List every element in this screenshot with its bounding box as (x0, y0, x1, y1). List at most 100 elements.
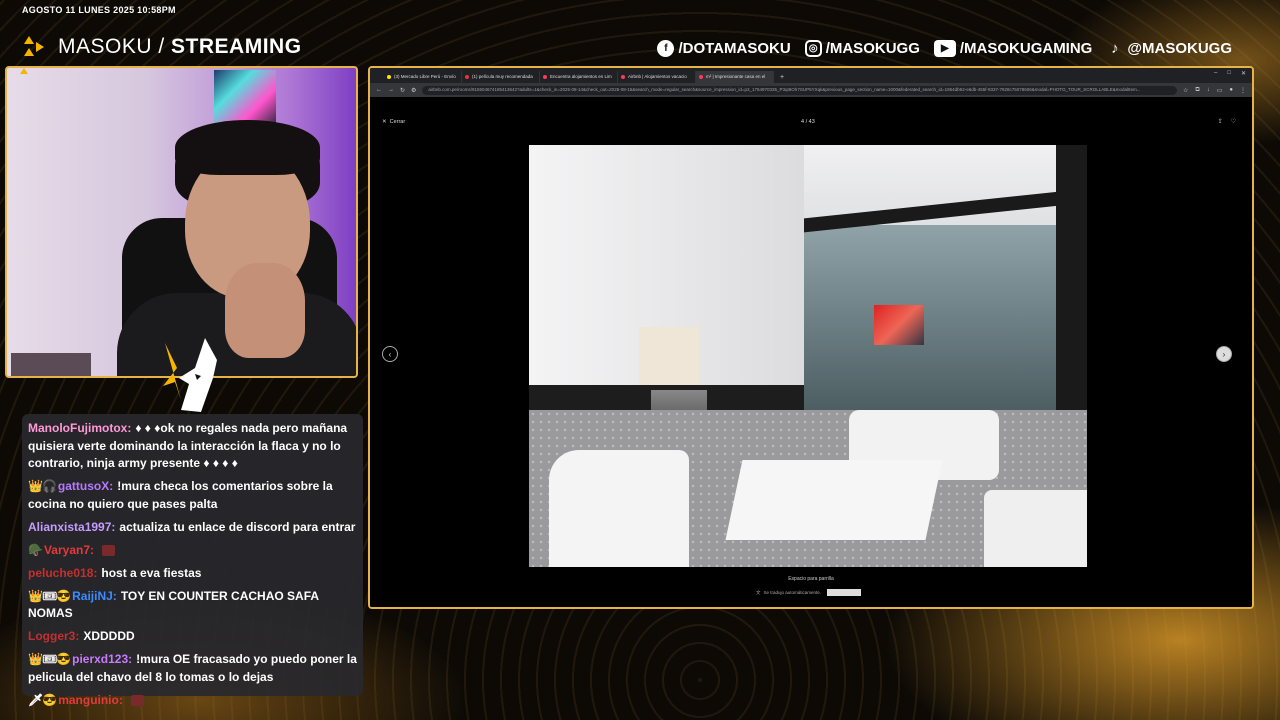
download-icon[interactable]: ↓ (1207, 87, 1210, 94)
photo-backsplash (639, 327, 699, 389)
heart-icon[interactable]: ♡ (1231, 118, 1236, 125)
chat-badges: 🗡😎 (28, 692, 57, 707)
chat-text: XDDDDD (83, 629, 135, 643)
photo-sofa-right (984, 490, 1087, 567)
streamer-hand (225, 263, 305, 358)
chat-username[interactable]: pierxd123: (72, 652, 132, 666)
chat-panel: ManoloFujimotox: ♦ ♦ ♦ok no regales nada … (22, 414, 363, 707)
social-instagram-label: /MASOKUGG (825, 40, 920, 57)
browser-tab-active[interactable]: m² | Impresionante casa en el (696, 71, 774, 83)
social-facebook: f /DOTAMASOKU (657, 40, 791, 57)
extensions-icon[interactable]: ⧉ (1195, 87, 1199, 94)
photo-table (725, 460, 943, 540)
chat-username[interactable]: peluche018: (28, 566, 97, 580)
tab-title: Encuentra alojamientos en Lim (550, 74, 612, 79)
chat-message: 👑🎟😎 RaijiNJ: TOY EN COUNTER CACHAO SAFA NO… (28, 588, 357, 623)
chat-username[interactable]: Alianxista1997: (28, 520, 115, 534)
chat-message: peluche018: host a eva fiestas (28, 565, 357, 583)
back-icon[interactable]: ← (376, 87, 382, 93)
translation-note: 文 Se tradujo automáticamente. (756, 589, 862, 596)
viewer-actions: ⇪ ♡ (1218, 118, 1236, 125)
photo-armchair (549, 450, 689, 567)
chat-message: 🪖 Varyan7: (28, 542, 357, 560)
chat-message: Logger3: XDDDDD (28, 628, 357, 646)
chat-username[interactable]: Varyan7: (44, 543, 94, 557)
close-window-button[interactable]: ✕ (1241, 70, 1246, 77)
chat-text: actualiza tu enlace de discord para entr… (119, 519, 356, 534)
photo-tour-modal: ✕ Cerrar 4 / 43 ⇪ ♡ ‹ › Espacio para par… (370, 97, 1252, 607)
chat-username[interactable]: RaijiNJ: (72, 589, 117, 603)
social-tiktok: ♪ @MASOKUGG (1106, 40, 1232, 57)
close-label: Cerrar (389, 119, 406, 125)
social-instagram: ◎ /MASOKUGG (804, 40, 920, 57)
emote-icon (102, 544, 115, 556)
share-icon[interactable]: ⇪ (1218, 118, 1223, 125)
reload-icon[interactable]: ↻ (400, 87, 405, 94)
maximize-button[interactable]: □ (1227, 70, 1231, 77)
emote-icon (130, 694, 144, 706)
bookmark-star-icon[interactable]: ☆ (1183, 87, 1188, 94)
tab-strip: (3) Mercado Libre Perú - Envío (1) pelíc… (370, 68, 1252, 83)
photo-caption: Espacio para parrilla (788, 576, 834, 582)
url-field[interactable]: airbnb.com.pe/rooms/915504674185413642?a… (422, 85, 1178, 95)
chat-username[interactable]: ManoloFujimotox: (28, 421, 131, 435)
forward-icon[interactable]: → (388, 87, 394, 93)
chat-badges: 🪖 (28, 542, 43, 557)
chat-badges: 👑🎟😎 (28, 652, 71, 666)
address-bar: ← → ↻ ⚙ airbnb.com.pe/rooms/915504674185… (370, 83, 1252, 97)
wolf-logo-icon (163, 338, 217, 412)
sidebar-icon[interactable]: ▭ (1217, 87, 1223, 94)
tab-favicon-icon (699, 75, 703, 79)
facebook-icon: f (657, 40, 675, 57)
tab-title: (1) película muy recomendada (472, 74, 533, 79)
chat-badges: 👑🎧 (28, 479, 57, 493)
browser-tab[interactable]: (1) película muy recomendada (462, 71, 540, 83)
brand-logo-icon (22, 34, 48, 60)
stream-brand: MASOKU / STREAMING (22, 34, 302, 60)
tab-title: m² | Impresionante casa en el (706, 74, 766, 79)
close-button[interactable]: ✕ Cerrar (382, 119, 405, 125)
chat-username[interactable]: manguinio: (58, 693, 123, 707)
window-controls: – □ ✕ (1214, 70, 1246, 77)
chat-message: 👑🎧 gattusoX: !mura checa los comentarios s… (28, 478, 357, 513)
social-youtube: ▶ /MASOKUGAMING (933, 40, 1093, 57)
tab-favicon-icon (465, 75, 469, 79)
browser-window: (3) Mercado Libre Perú - Envío (1) pelíc… (368, 66, 1254, 609)
translate-icon: 文 (756, 589, 761, 595)
tab-title: (3) Mercado Libre Perú - Envío (394, 74, 456, 79)
menu-icon[interactable]: ⋮ (1240, 87, 1246, 94)
photo-counter: 4 / 43 (801, 119, 815, 125)
previous-photo-button[interactable]: ‹ (382, 346, 398, 362)
chat-message: ManoloFujimotox: ♦ ♦ ♦ok no regales nada … (28, 420, 357, 473)
webcam-corner-icon (20, 68, 28, 74)
chat-text: host a eva fiestas (101, 565, 202, 580)
browser-tab[interactable]: Encuentra alojamientos en Lim (540, 71, 618, 83)
browser-tab[interactable]: (3) Mercado Libre Perú - Envío (384, 71, 462, 83)
chat-message: Alianxista1997: actualiza tu enlace de di… (28, 519, 357, 537)
chat-message: 🗡😎 manguinio: (28, 692, 357, 710)
chat-message: 👑🎟😎 pierxd123: !mura OE fracasado yo puedo… (28, 651, 357, 686)
listing-photo (529, 145, 1087, 567)
site-info-icon[interactable]: ⚙ (411, 87, 416, 94)
chat-username[interactable]: gattusoX: (58, 479, 113, 493)
tab-title: Airbnb | Alojamientos vacacio (628, 74, 687, 79)
next-photo-button[interactable]: › (1216, 346, 1232, 362)
webcam-feed (5, 66, 358, 378)
tab-favicon-icon (621, 75, 625, 79)
streamer-hair-top (175, 120, 320, 175)
social-facebook-label: /DOTAMASOKU (678, 40, 791, 57)
tab-favicon-icon (387, 75, 391, 79)
chevron-left-icon: ‹ (388, 349, 392, 359)
stream-datetime: AGOSTO 11 LUNES 2025 10:58PM (22, 5, 176, 15)
profile-icon[interactable]: ● (1229, 87, 1233, 94)
photo-painting (874, 305, 924, 345)
new-tab-button[interactable]: + (774, 74, 790, 83)
social-youtube-label: /MASOKUGAMING (959, 40, 1093, 57)
browser-tab[interactable]: Airbnb | Alojamientos vacacio (618, 71, 696, 83)
figure-shelf (11, 353, 91, 376)
chat-username[interactable]: Logger3: (28, 629, 79, 643)
show-original-button[interactable] (827, 589, 862, 596)
social-links: f /DOTAMASOKU ◎ /MASOKUGG ▶ /MASOKUGAMIN… (657, 40, 1232, 57)
chat-badges: 👑🎟😎 (28, 588, 71, 603)
minimize-button[interactable]: – (1214, 70, 1217, 77)
